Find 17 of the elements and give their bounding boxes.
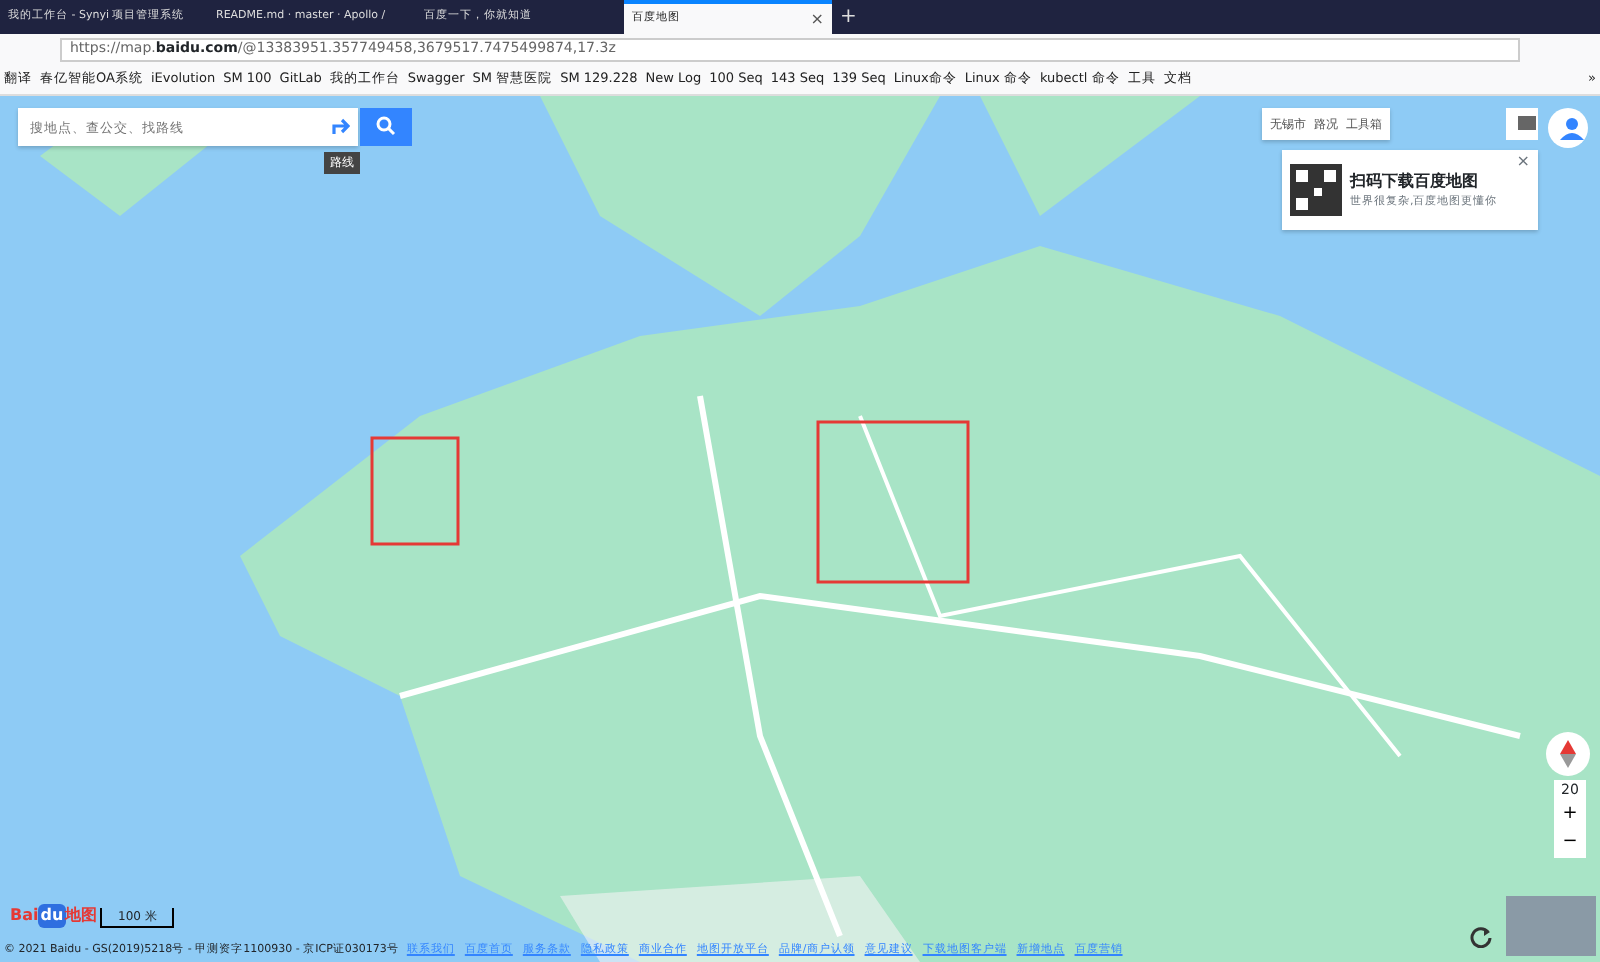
street-view-thumbnail[interactable] [1506, 896, 1596, 956]
close-button[interactable]: × [1516, 150, 1530, 174]
logo-badge: du [38, 904, 66, 928]
compass-icon [1560, 740, 1576, 768]
new-tab-button[interactable]: + [840, 2, 857, 32]
message-button[interactable] [1506, 108, 1538, 140]
logo-text: Bai [10, 904, 39, 928]
search-button[interactable] [360, 108, 412, 146]
user-icon [1560, 115, 1584, 140]
tab-close-button[interactable]: × [810, 7, 824, 31]
user-avatar[interactable] [1548, 108, 1588, 148]
route-icon[interactable] [332, 116, 350, 136]
logo-text: 地图 [65, 904, 98, 928]
search-icon [376, 116, 396, 137]
promo-title: 扫码下载百度地图 [1350, 169, 1480, 194]
qr-code-icon [1290, 164, 1342, 216]
refresh-icon[interactable] [1470, 926, 1492, 948]
